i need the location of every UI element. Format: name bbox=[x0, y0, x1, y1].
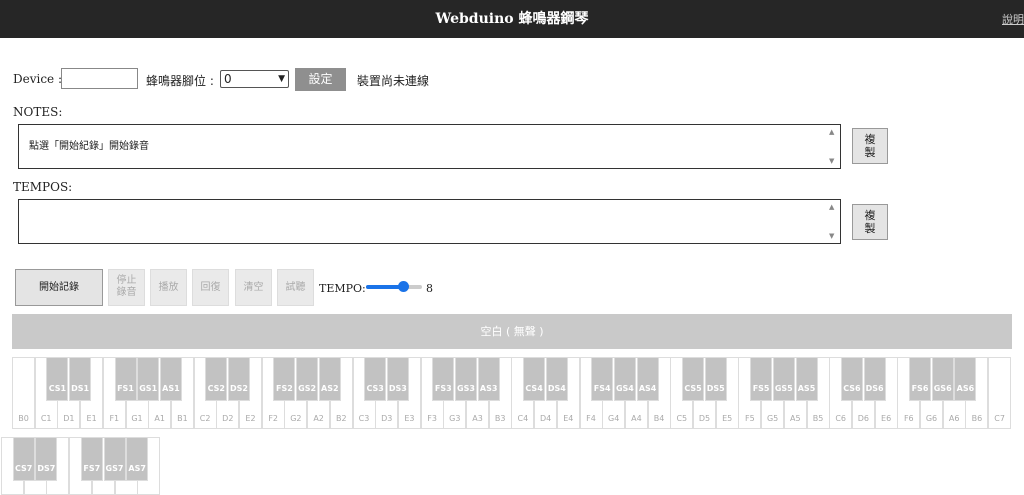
tempo-slider-thumb[interactable] bbox=[398, 281, 410, 292]
copy-tempos-button[interactable]: 複 製 bbox=[852, 204, 888, 240]
black-key-fs5[interactable]: FS5 bbox=[750, 357, 773, 401]
white-key-c7[interactable]: C7 bbox=[988, 357, 1012, 429]
black-key-fs7[interactable]: FS7 bbox=[80, 437, 103, 481]
black-key-gs3[interactable]: GS3 bbox=[455, 357, 477, 401]
tempos-label: TEMPOS: bbox=[13, 180, 73, 194]
black-key-cs6[interactable]: CS6 bbox=[840, 357, 863, 401]
clear-button[interactable]: 清空 bbox=[235, 269, 272, 306]
black-key-gs4[interactable]: GS4 bbox=[613, 357, 636, 401]
top-bar: Webduino 蜂鳴器鋼琴 說明 bbox=[0, 0, 1024, 38]
device-input[interactable] bbox=[61, 68, 138, 89]
tempos-scrollbar[interactable]: ▲ ▼ bbox=[827, 201, 839, 242]
black-key-ds6[interactable]: DS6 bbox=[863, 357, 886, 401]
tempo-label: TEMPO: bbox=[319, 282, 366, 295]
white-key-b0[interactable]: B0 bbox=[12, 357, 35, 429]
scroll-down-icon[interactable]: ▼ bbox=[829, 157, 834, 165]
black-key-fs1[interactable]: FS1 bbox=[114, 357, 137, 401]
connection-status: 裝置尚未連線 bbox=[357, 74, 430, 88]
black-key-cs5[interactable]: CS5 bbox=[682, 357, 704, 401]
help-link[interactable]: 說明 bbox=[1002, 11, 1024, 27]
tempo-slider[interactable] bbox=[366, 281, 422, 292]
black-key-cs2[interactable]: CS2 bbox=[205, 357, 228, 401]
listen-button[interactable]: 試聽 bbox=[277, 269, 314, 306]
play-button[interactable]: 播放 bbox=[150, 269, 187, 306]
black-key-as4[interactable]: AS4 bbox=[636, 357, 659, 401]
scroll-up-icon[interactable]: ▲ bbox=[829, 128, 834, 136]
pin-label: 蜂鳴器腳位 : bbox=[146, 74, 214, 88]
device-label: Device : bbox=[13, 72, 63, 86]
black-key-fs6[interactable]: FS6 bbox=[909, 357, 931, 401]
pin-select[interactable]: 0 ▼ bbox=[220, 70, 289, 88]
black-key-gs2[interactable]: GS2 bbox=[296, 357, 319, 401]
black-key-cs7[interactable]: CS7 bbox=[12, 437, 35, 481]
black-key-gs5[interactable]: GS5 bbox=[772, 357, 795, 401]
black-key-fs4[interactable]: FS4 bbox=[591, 357, 614, 401]
black-key-gs6[interactable]: GS6 bbox=[931, 357, 954, 401]
start-record-button[interactable]: 開始記錄 bbox=[15, 269, 103, 306]
black-key-ds5[interactable]: DS5 bbox=[704, 357, 727, 401]
black-key-as5[interactable]: AS5 bbox=[795, 357, 818, 401]
copy-notes-button[interactable]: 複 製 bbox=[852, 128, 888, 164]
reply-button[interactable]: 回復 bbox=[192, 269, 229, 306]
stop-record-button[interactable]: 停止 錄音 bbox=[108, 269, 145, 306]
black-key-gs7[interactable]: GS7 bbox=[103, 437, 126, 481]
black-key-cs4[interactable]: CS4 bbox=[523, 357, 546, 401]
chevron-down-icon: ▼ bbox=[278, 74, 285, 84]
notes-textarea[interactable]: 點選「開始紀錄」開始錄音 ▲ ▼ bbox=[18, 124, 841, 169]
black-key-ds1[interactable]: DS1 bbox=[69, 357, 92, 401]
pin-select-value: 0 bbox=[224, 72, 232, 86]
black-key-as7[interactable]: AS7 bbox=[126, 437, 149, 481]
black-key-ds7[interactable]: DS7 bbox=[35, 437, 58, 481]
status-bar: 空白 ( 無聲 ) bbox=[12, 314, 1012, 349]
black-key-as6[interactable]: AS6 bbox=[954, 357, 977, 401]
tempos-textarea[interactable]: ▲ ▼ bbox=[18, 199, 841, 244]
black-key-cs1[interactable]: CS1 bbox=[46, 357, 69, 401]
tempo-value: 8 bbox=[426, 282, 433, 295]
notes-scrollbar[interactable]: ▲ ▼ bbox=[827, 126, 839, 167]
black-key-as1[interactable]: AS1 bbox=[159, 357, 182, 401]
scroll-up-icon[interactable]: ▲ bbox=[829, 203, 834, 211]
black-key-ds3[interactable]: DS3 bbox=[386, 357, 409, 401]
black-key-gs1[interactable]: GS1 bbox=[137, 357, 160, 401]
notes-text: 點選「開始紀錄」開始錄音 bbox=[29, 141, 149, 152]
black-key-as3[interactable]: AS3 bbox=[477, 357, 500, 401]
scroll-down-icon[interactable]: ▼ bbox=[829, 232, 834, 240]
black-key-cs3[interactable]: CS3 bbox=[364, 357, 387, 401]
black-key-ds4[interactable]: DS4 bbox=[545, 357, 568, 401]
black-key-ds2[interactable]: DS2 bbox=[228, 357, 250, 401]
black-key-fs2[interactable]: FS2 bbox=[273, 357, 296, 401]
notes-label: NOTES: bbox=[13, 105, 63, 119]
black-key-fs3[interactable]: FS3 bbox=[432, 357, 455, 401]
app-title: Webduino 蜂鳴器鋼琴 bbox=[435, 11, 589, 27]
set-button[interactable]: 設定 bbox=[295, 68, 346, 91]
black-key-as2[interactable]: AS2 bbox=[318, 357, 341, 401]
